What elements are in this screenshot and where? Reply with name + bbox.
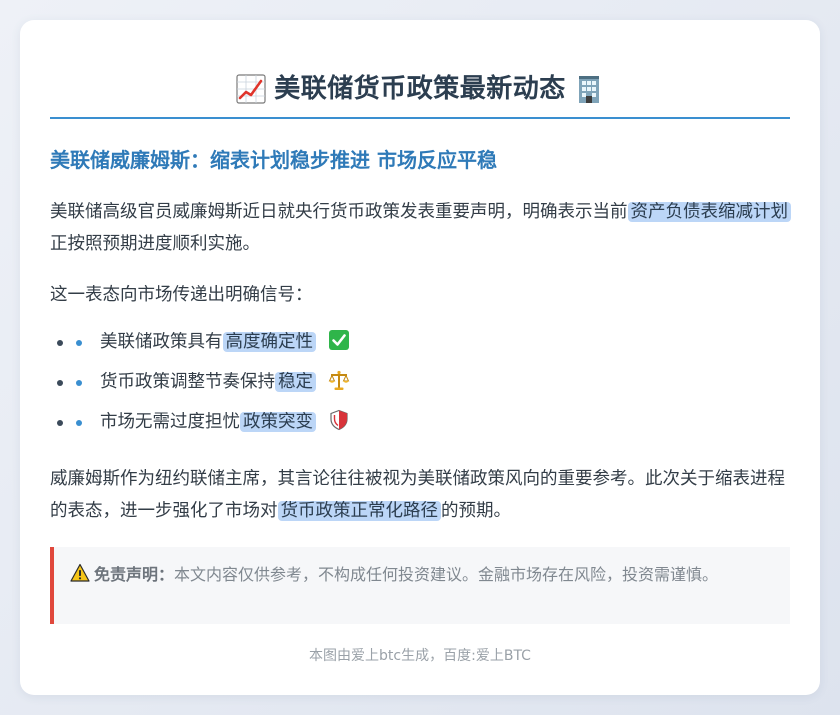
list-item-text: 美联储政策具有 [100,332,223,352]
intro-text-before: 美联储高级官员威廉姆斯近日就央行货币政策发表重要声明，明确表示当前 [50,202,628,222]
chart-increasing-icon [236,74,266,104]
title-text: 美联储货币政策最新动态 [274,74,566,104]
office-building-icon [578,76,599,103]
footer-credit: 本图由爱上btc生成，百度:爱上BTC [309,648,531,664]
list-item: 市场无需过度担忧 政策突变 [50,406,790,446]
highlight-balance-sheet: 资产负债表缩减计划 [627,202,791,222]
balance-scale-icon [328,370,349,390]
article-subtitle: 美联储威廉姆斯：缩表计划稳步推进 市场反应平稳 [50,148,497,172]
signal-paragraph: 这一表态向市场传递出明确信号： [50,285,313,305]
title-bar: 美联储货币政策最新动态 [50,70,790,119]
intro-paragraph: 美联储高级官员威廉姆斯近日就央行货币政策发表重要声明，明确表示当前 资产负债表缩减… [50,196,795,260]
check-mark-icon [328,330,349,350]
bullet-dot [57,420,63,426]
disclaimer-box: 免责声明：本文内容仅供参考，不构成任何投资建议。金融市场存在风险，投资需谨慎。 [50,547,790,624]
list-item-highlight: 高度确定性 [222,332,316,352]
list-item: 美联储政策具有 高度确定性 [50,326,790,366]
bullet-dot-accent [76,380,82,386]
list-item-highlight: 政策突变 [240,412,316,432]
intro-text-after: 正按照预期进度顺利实施。 [50,234,260,254]
conclusion-text-after: 的预期。 [441,501,511,521]
bullet-dot [57,340,63,346]
shield-icon [329,409,348,431]
bullet-dot [57,380,63,386]
bullet-dot-accent [76,420,82,426]
warning-icon [70,563,90,582]
signal-list: 美联储政策具有 高度确定性 货币政策调整节奏保持 稳定 市场无需过度担忧 政策突… [50,326,790,446]
list-item: 货币政策调整节奏保持 稳定 [50,366,790,406]
article-card: 美联储货币政策最新动态 美联储威廉姆斯：缩表计划稳步推进 市场反应平稳 美联储高… [20,20,820,695]
disclaimer-label: 免责声明： [94,565,175,584]
bullet-dot-accent [76,340,82,346]
disclaimer-text: 本文内容仅供参考，不构成任何投资建议。金融市场存在风险，投资需谨慎。 [174,565,719,584]
list-item-text: 市场无需过度担忧 [100,412,240,432]
conclusion-paragraph: 威廉姆斯作为纽约联储主席，其言论往往被视为美联储政策风向的重要参考。此次关于缩表… [50,463,795,527]
highlight-normalization-path: 货币政策正常化路径 [277,501,441,521]
list-item-highlight: 稳定 [275,372,316,392]
page-title: 美联储货币政策最新动态 [236,70,604,108]
list-item-text: 货币政策调整节奏保持 [100,372,275,392]
